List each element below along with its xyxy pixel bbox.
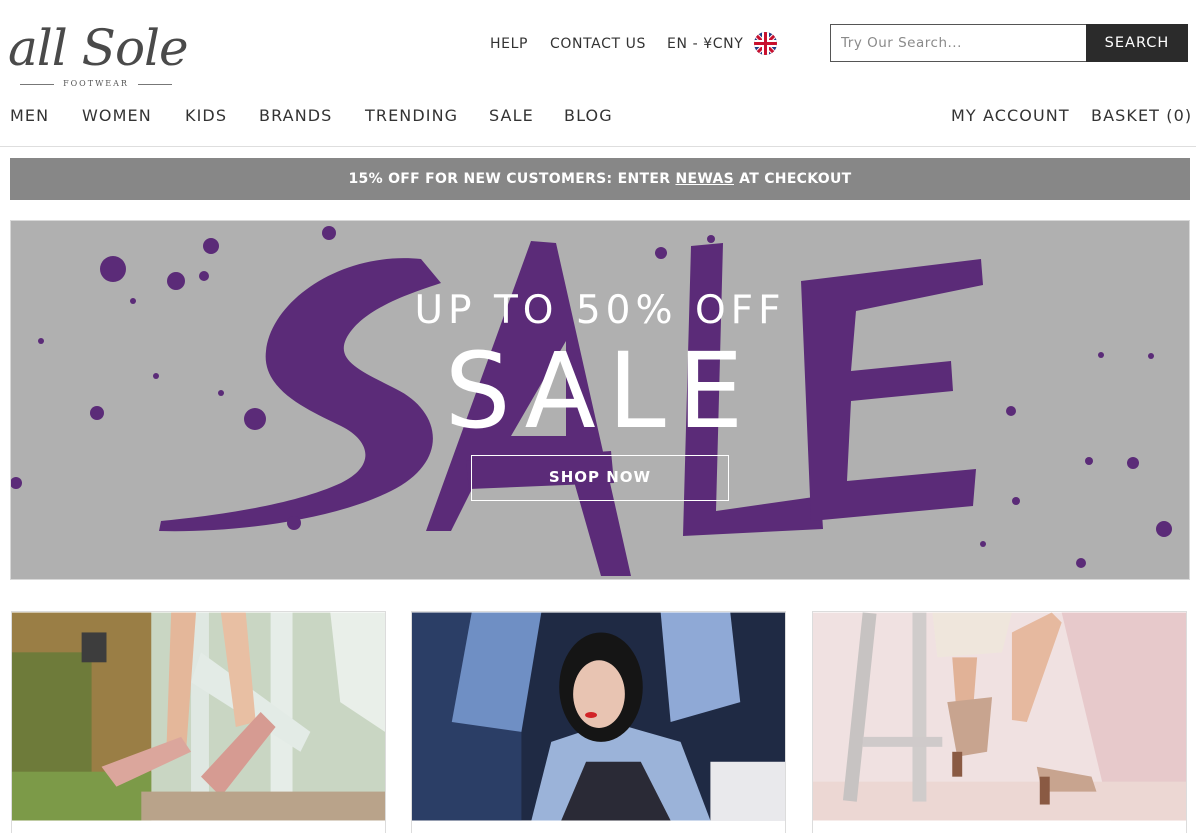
contact-us-link[interactable]: CONTACT US xyxy=(550,36,646,52)
nav-blog[interactable]: BLOG xyxy=(564,106,613,125)
sale-hero-banner[interactable]: UP TO 50% OFF SALE SHOP NOW xyxy=(10,220,1190,580)
nav-kids[interactable]: KIDS xyxy=(185,106,227,125)
logo-rule-right xyxy=(138,84,172,85)
basket-link[interactable]: BASKET (0) xyxy=(1091,106,1192,125)
nav-brands[interactable]: BRANDS xyxy=(259,106,332,125)
my-account-link[interactable]: MY ACCOUNT xyxy=(951,106,1070,125)
shop-now-button[interactable]: SHOP NOW xyxy=(471,455,729,501)
promo-banner: 15% OFF FOR NEW CUSTOMERS: ENTER NEWAS A… xyxy=(10,158,1190,200)
help-link[interactable]: HELP xyxy=(490,36,528,52)
nav-trending[interactable]: TRENDING xyxy=(365,106,458,125)
uk-flag-icon[interactable] xyxy=(754,32,777,55)
currency-selector[interactable]: EN - ¥CNY xyxy=(667,36,743,52)
hero-title: SALE xyxy=(444,330,756,452)
pink-loafers-photo xyxy=(12,612,385,821)
flag-red-bar xyxy=(764,32,767,55)
search-input[interactable] xyxy=(830,24,1086,62)
fashion-model-photo xyxy=(412,612,785,821)
logo-wordmark: all Sole xyxy=(8,19,189,77)
promo-text: 15% OFF FOR NEW CUSTOMERS: ENTER xyxy=(348,171,676,187)
header-divider xyxy=(0,146,1196,147)
hero-subtitle: UP TO 50% OFF xyxy=(414,288,786,333)
site-logo[interactable]: all Sole FOOTWEAR xyxy=(8,18,189,94)
nav-sale[interactable]: SALE xyxy=(489,106,534,125)
promo-suffix: AT CHECKOUT xyxy=(733,171,852,187)
search-button[interactable]: SEARCH xyxy=(1086,24,1188,62)
nav-men[interactable]: MEN xyxy=(10,106,49,125)
fashion-model-tile[interactable] xyxy=(411,611,786,833)
heeled-mules-tile[interactable] xyxy=(812,611,1187,833)
heeled-mules-photo xyxy=(813,612,1186,821)
nav-women[interactable]: WOMEN xyxy=(82,106,152,125)
pink-loafers-tile[interactable] xyxy=(11,611,386,833)
logo-subtitle: FOOTWEAR xyxy=(20,78,172,90)
promo-code[interactable]: NEWAS xyxy=(675,171,734,187)
